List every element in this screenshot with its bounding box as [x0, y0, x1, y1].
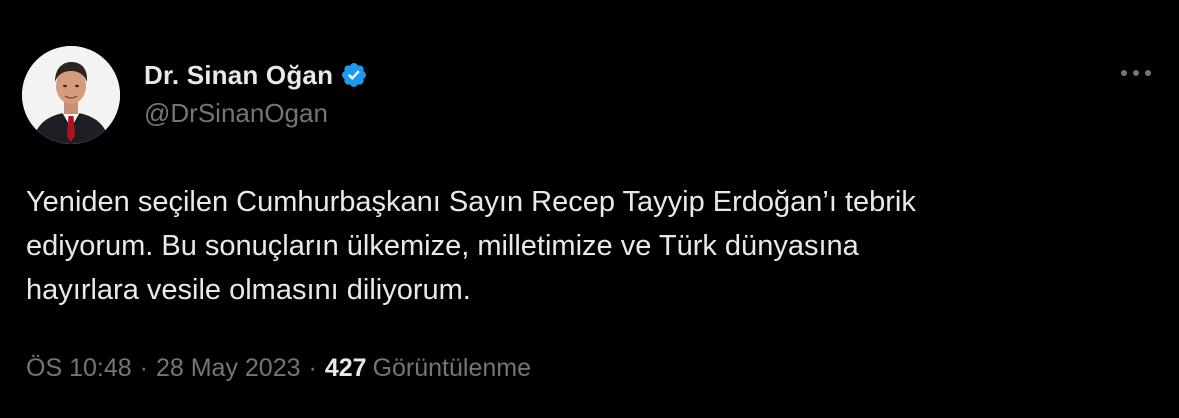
views-label: Görüntülenme — [372, 354, 531, 382]
tweet-time[interactable]: ÖS 10:48 — [26, 354, 132, 383]
author-name-row: Dr. Sinan Oğan — [144, 58, 368, 92]
meta-separator: · — [308, 354, 317, 382]
meta-separator: · — [139, 354, 148, 382]
verified-badge-icon — [340, 61, 368, 89]
tweet-date[interactable]: 28 May 2023 — [156, 354, 301, 383]
tweet-meta: ÖS 10:48 · 28 May 2023 · 427 Görüntülenm… — [26, 354, 531, 383]
tweet-text: Yeniden seçilen Cumhurbaşkanı Sayın Rece… — [26, 186, 916, 306]
author-display-name[interactable]: Dr. Sinan Oğan — [144, 60, 333, 91]
more-options-icon — [1121, 70, 1151, 76]
avatar[interactable] — [22, 46, 120, 144]
views-count: 427 — [324, 354, 367, 382]
more-options-button[interactable] — [1114, 58, 1158, 88]
tweet-card: Dr. Sinan Oğan @DrSinanOgan Yeniden seçi… — [0, 0, 1179, 418]
profile-photo — [22, 46, 120, 144]
author-handle[interactable]: @DrSinanOgan — [144, 98, 328, 129]
